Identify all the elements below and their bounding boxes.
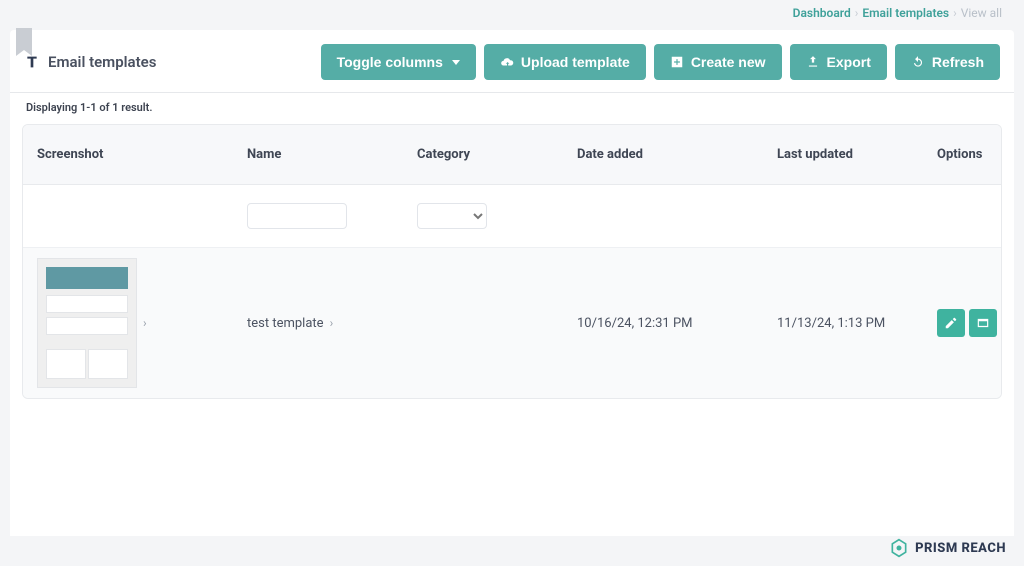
bookmark-icon	[16, 28, 32, 50]
col-screenshot: Screenshot	[23, 125, 233, 184]
name-filter-input[interactable]	[247, 203, 347, 229]
brand-text: PRISM REACH	[915, 541, 1006, 556]
page-title-text: Email templates	[48, 53, 156, 71]
col-name: Name	[233, 125, 403, 184]
col-options: Options	[923, 125, 1002, 184]
chevron-right-icon: ›	[855, 6, 859, 20]
templates-table: Screenshot Name Category Date added Last…	[22, 124, 1002, 399]
cloud-upload-icon	[500, 55, 514, 69]
table-filter-row	[23, 185, 1001, 247]
chevron-right-icon: ›	[330, 316, 334, 330]
toggle-columns-button[interactable]: Toggle columns	[321, 44, 476, 80]
template-date-added: 10/16/24, 12:31 PM	[563, 306, 763, 341]
window-icon	[976, 316, 990, 330]
chevron-down-icon	[452, 60, 460, 65]
edit-button[interactable]	[937, 309, 965, 337]
chevron-right-icon: ›	[953, 6, 957, 20]
result-count: Displaying 1-1 of 1 result.	[10, 93, 1014, 120]
page-header: Email templates Toggle columns Upload te…	[10, 30, 1014, 93]
preview-button[interactable]	[969, 309, 997, 337]
template-category	[403, 313, 563, 333]
col-last-updated: Last updated	[763, 125, 923, 184]
delete-button[interactable]	[1001, 309, 1002, 337]
create-new-button[interactable]: Create new	[654, 44, 782, 80]
upload-template-label: Upload template	[521, 54, 630, 70]
upload-template-button[interactable]: Upload template	[484, 44, 646, 80]
text-cursor-icon	[24, 54, 40, 70]
table-row: › test template › 10/16/24, 12:31 PM 11/…	[23, 247, 1001, 398]
refresh-icon	[911, 55, 925, 69]
chevron-right-icon: ›	[143, 316, 147, 330]
refresh-button[interactable]: Refresh	[895, 44, 1000, 80]
col-category: Category	[403, 125, 563, 184]
breadcrumb-current: View all	[961, 6, 1002, 20]
hexagon-icon	[889, 538, 909, 558]
create-new-label: Create new	[691, 54, 766, 70]
col-date-added: Date added	[563, 125, 763, 184]
toolbar: Toggle columns Upload template Create ne…	[321, 44, 1000, 80]
row-options	[923, 299, 1002, 347]
breadcrumb-email-templates[interactable]: Email templates	[862, 6, 949, 20]
category-filter-select[interactable]	[417, 203, 487, 229]
edit-icon	[944, 316, 958, 330]
template-name[interactable]: test template	[247, 316, 324, 331]
breadcrumb: Dashboard › Email templates › View all	[793, 6, 1002, 20]
page: Dashboard › Email templates › View all E…	[10, 30, 1014, 536]
table-header-row: Screenshot Name Category Date added Last…	[23, 125, 1001, 185]
export-icon	[806, 55, 820, 69]
template-last-updated: 11/13/24, 1:13 PM	[763, 306, 923, 341]
toggle-columns-label: Toggle columns	[337, 54, 443, 70]
export-button[interactable]: Export	[790, 44, 887, 80]
brand-logo: PRISM REACH	[889, 538, 1006, 558]
page-title: Email templates	[24, 53, 156, 71]
breadcrumb-dashboard[interactable]: Dashboard	[793, 6, 851, 20]
export-label: Export	[827, 54, 871, 70]
plus-square-icon	[670, 55, 684, 69]
template-thumbnail[interactable]	[37, 258, 137, 388]
refresh-label: Refresh	[932, 54, 984, 70]
